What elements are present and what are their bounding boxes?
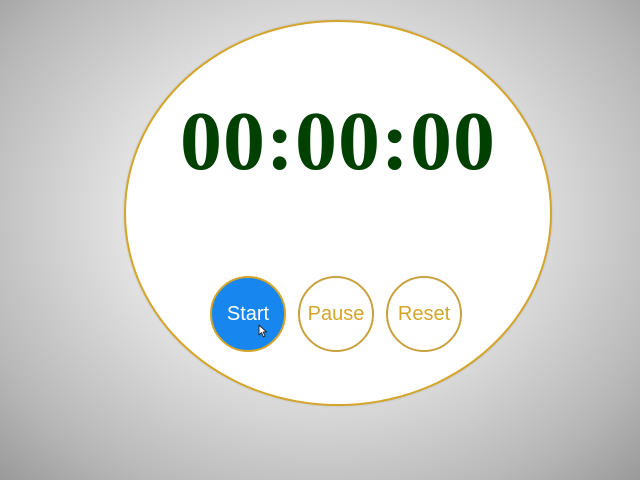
start-button-label: Start bbox=[226, 302, 270, 325]
time-display: 00:00:00 bbox=[180, 95, 496, 188]
reset-button[interactable]: Reset bbox=[386, 276, 462, 352]
reset-button-label: Reset bbox=[397, 302, 451, 325]
pause-button-label: Pause bbox=[307, 302, 365, 325]
control-group: Start Pause Reset bbox=[210, 276, 462, 356]
start-button[interactable]: Start bbox=[210, 276, 286, 352]
stopwatch-face: 00:00:00 Start Pause Reset bbox=[124, 20, 552, 406]
mouse-pointer-icon bbox=[258, 324, 268, 338]
pause-button[interactable]: Pause bbox=[298, 276, 374, 352]
